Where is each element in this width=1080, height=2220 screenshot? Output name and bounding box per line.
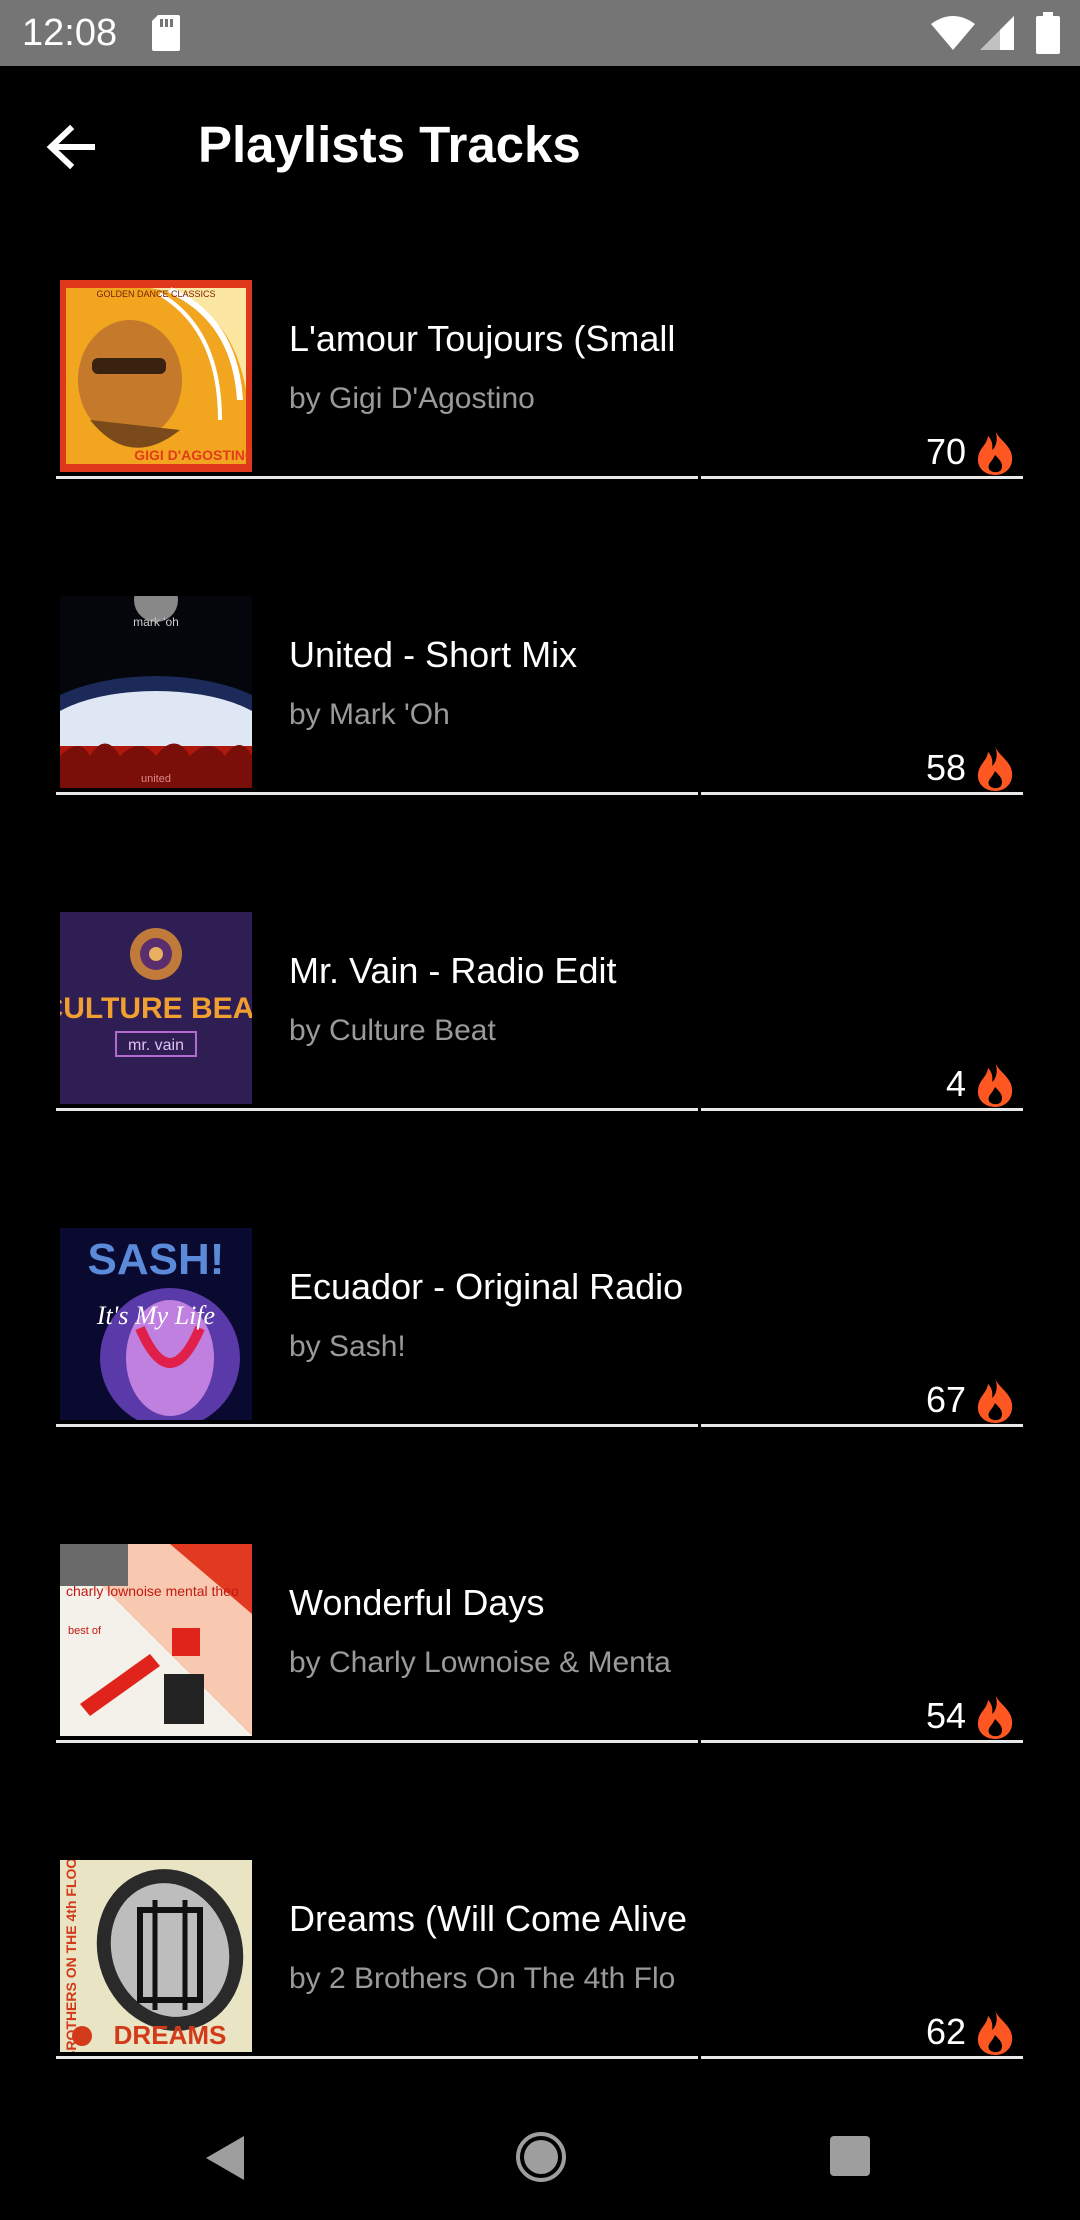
album-cover: mark 'oh united: [60, 596, 252, 788]
fire-icon: [977, 1378, 1013, 1423]
status-bar: 12:08: [0, 0, 1080, 66]
back-button[interactable]: [34, 110, 108, 184]
track-row[interactable]: CULTURE BEAT mr. vain Mr. Vain - Radio E…: [56, 912, 1024, 1136]
track-row[interactable]: SASH! It's My Life Ecuador - Original Ra…: [56, 1228, 1024, 1452]
popularity-value: 70: [925, 431, 966, 472]
nav-back-icon[interactable]: [200, 2132, 250, 2184]
popularity-value: 62: [925, 2011, 966, 2052]
status-time: 12:08: [22, 12, 118, 54]
divider: [701, 1740, 1023, 1743]
divider: [701, 1424, 1023, 1427]
page-title: Playlists Tracks: [198, 116, 581, 173]
fire-icon: [977, 1062, 1013, 1107]
track-artist: by Mark 'Oh: [289, 698, 450, 731]
battery-icon: [1036, 12, 1060, 54]
svg-text:mr. vain: mr. vain: [128, 1037, 184, 1054]
nav-recents-icon[interactable]: [828, 2134, 872, 2178]
sd-card-icon: [152, 15, 180, 51]
svg-text:2 BROTHERS ON THE 4th FLOOR: 2 BROTHERS ON THE 4th FLOOR: [63, 1860, 79, 2052]
track-artist: by Charly Lownoise & Menta: [289, 1646, 671, 1679]
svg-text:united: united: [141, 773, 171, 785]
album-cover: GOLDEN DANCE CLASSICS GIGI D'AGOSTINO: [60, 280, 252, 472]
svg-text:It's My Life: It's My Life: [96, 1301, 215, 1330]
popularity-indicator: 4: [946, 1056, 1016, 1112]
track-row[interactable]: charly lownoise mental theo best of Wond…: [56, 1544, 1024, 1768]
svg-text:CULTURE BEAT: CULTURE BEAT: [60, 992, 252, 1025]
popularity-value: 67: [925, 1379, 966, 1420]
track-title: Ecuador - Original Radio: [289, 1266, 684, 1307]
svg-text:best of: best of: [68, 1625, 102, 1637]
fire-icon: [977, 1694, 1013, 1739]
nav-home-icon[interactable]: [514, 2130, 568, 2184]
album-cover: 2 BROTHERS ON THE 4th FLOOR DREAMS: [60, 1860, 252, 2052]
track-title: Mr. Vain - Radio Edit: [289, 950, 617, 991]
navigation-bar: [0, 2094, 1080, 2220]
divider: [701, 792, 1023, 795]
popularity-indicator: 62: [926, 2004, 1016, 2060]
track-artist: by 2 Brothers On The 4th Flo: [289, 1962, 676, 1995]
track-artist: by Sash!: [289, 1330, 406, 1363]
popularity-value: 58: [925, 747, 966, 788]
svg-text:mark 'oh: mark 'oh: [133, 615, 179, 629]
divider: [701, 476, 1023, 479]
svg-text:GOLDEN DANCE CLASSICS: GOLDEN DANCE CLASSICS: [96, 289, 215, 299]
track-row[interactable]: mark 'oh united United - Short Mix by Ma…: [56, 596, 1024, 820]
popularity-indicator: 70: [926, 424, 1016, 480]
fire-icon: [977, 2010, 1013, 2055]
divider: [701, 1108, 1023, 1111]
album-cover: charly lownoise mental theo best of: [60, 1544, 252, 1736]
track-row[interactable]: GOLDEN DANCE CLASSICS GIGI D'AGOSTINO L'…: [56, 280, 1024, 504]
popularity-value: 4: [945, 1063, 966, 1104]
track-artist: by Culture Beat: [289, 1014, 496, 1047]
track-title: L'amour Toujours (Small: [289, 318, 676, 359]
popularity-indicator: 67: [926, 1372, 1016, 1428]
album-cover: CULTURE BEAT mr. vain: [60, 912, 252, 1104]
divider: [56, 2056, 698, 2059]
track-artist: by Gigi D'Agostino: [289, 382, 535, 415]
track-title: Dreams (Will Come Alive: [289, 1898, 688, 1939]
divider: [701, 2056, 1023, 2059]
popularity-indicator: 58: [926, 740, 1016, 796]
wifi-icon: [931, 16, 975, 50]
svg-text:SASH!: SASH!: [88, 1235, 225, 1284]
divider: [56, 792, 698, 795]
svg-text:charly lownoise mental theo: charly lownoise mental theo: [66, 1583, 239, 1599]
popularity-indicator: 54: [926, 1688, 1016, 1744]
track-title: United - Short Mix: [289, 634, 578, 675]
divider: [56, 1424, 698, 1427]
divider: [56, 1740, 698, 1743]
popularity-value: 54: [925, 1695, 966, 1736]
arrow-left-icon: [46, 124, 95, 170]
album-cover: SASH! It's My Life: [60, 1228, 252, 1420]
fire-icon: [977, 430, 1013, 475]
svg-text:DREAMS: DREAMS: [114, 2020, 227, 2050]
track-title: Wonderful Days: [289, 1582, 545, 1623]
divider: [56, 476, 698, 479]
svg-text:GIGI D'AGOSTINO: GIGI D'AGOSTINO: [134, 447, 252, 463]
track-row[interactable]: 2 BROTHERS ON THE 4th FLOOR DREAMS Dream…: [56, 1860, 1024, 2084]
cell-signal-icon: [980, 16, 1014, 50]
fire-icon: [977, 746, 1013, 791]
divider: [56, 1108, 698, 1111]
